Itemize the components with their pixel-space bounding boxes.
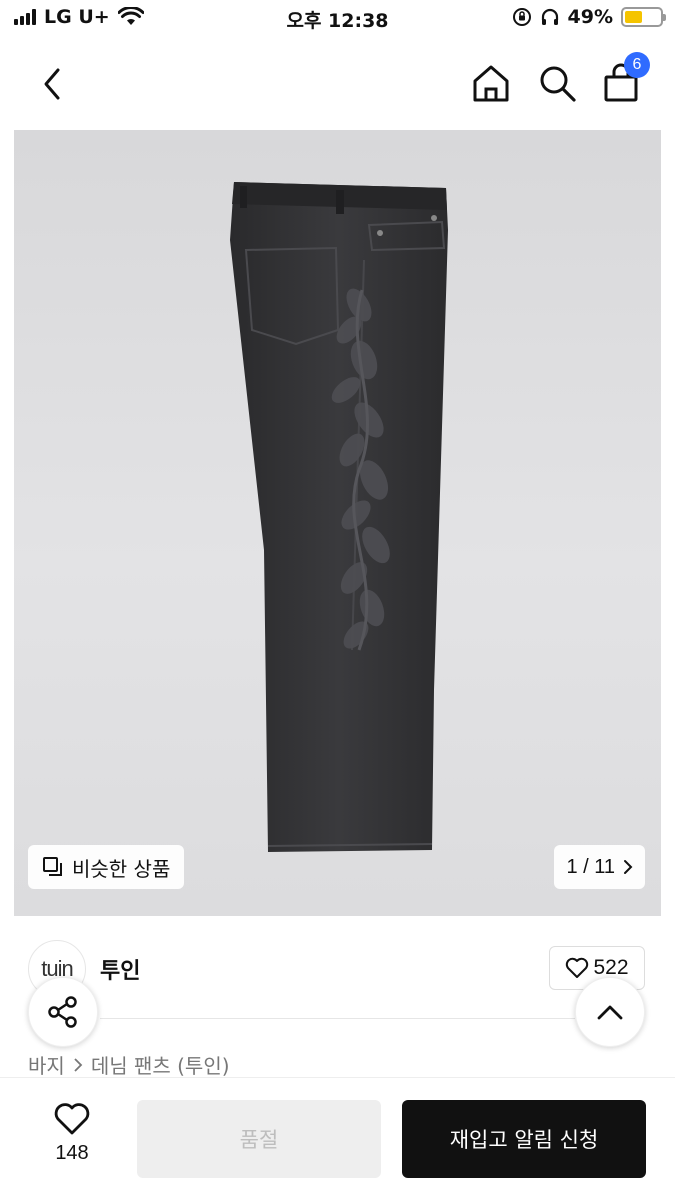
sold-out-button: 품절: [137, 1100, 381, 1178]
search-icon: [540, 66, 576, 102]
home-icon: [473, 65, 509, 102]
image-counter[interactable]: 1 / 11: [554, 845, 645, 889]
restock-alert-button[interactable]: 재입고 알림 신청: [402, 1100, 646, 1178]
back-button[interactable]: [30, 62, 74, 106]
breadcrumb: 바지 데님 팬츠 (투인): [28, 1050, 230, 1079]
similar-products-label: 비슷한 상품: [72, 856, 171, 881]
product-image[interactable]: [14, 130, 661, 916]
breadcrumb-category[interactable]: 바지: [28, 1050, 65, 1079]
similar-items-icon: [43, 857, 62, 876]
battery-percent: 49%: [567, 6, 613, 28]
top-navigation: 6: [0, 40, 675, 128]
share-button[interactable]: [28, 977, 98, 1047]
wishlist-count: 148: [55, 1142, 89, 1164]
chevron-right-icon: [74, 1057, 83, 1072]
brand-row: tuin 투인 522: [0, 935, 675, 1005]
cart-count-badge: 6: [624, 52, 650, 78]
heart-icon: [54, 1103, 90, 1135]
bottom-action-bar: 148 품절 재입고 알림 신청: [0, 1077, 675, 1200]
divider: [100, 1018, 575, 1019]
status-bar: LG U+ 오후 12:38 49%: [0, 0, 675, 40]
home-button[interactable]: [468, 60, 514, 106]
chevron-left-icon: [44, 68, 60, 100]
orientation-lock-icon: [512, 8, 531, 26]
cart-button[interactable]: 6: [600, 52, 650, 104]
scroll-top-button[interactable]: [575, 977, 645, 1047]
wishlist-button[interactable]: 148: [32, 1102, 112, 1165]
jeans-photo: [230, 182, 448, 852]
chevron-up-icon: [597, 1005, 623, 1020]
battery-icon: [621, 7, 666, 27]
headphones-icon: [541, 8, 558, 25]
search-button[interactable]: [534, 60, 580, 106]
status-right: 49%: [512, 6, 666, 28]
battery-level: [625, 11, 642, 23]
image-counter-label: 1 / 11: [566, 855, 615, 878]
brand-name[interactable]: 투인: [100, 953, 140, 985]
share-icon: [48, 996, 77, 1028]
breadcrumb-subcategory[interactable]: 데님 팬츠 (투인): [91, 1050, 230, 1079]
similar-products-button[interactable]: 비슷한 상품: [28, 845, 185, 889]
heart-icon: [566, 957, 589, 978]
chevron-right-icon: [624, 860, 633, 874]
